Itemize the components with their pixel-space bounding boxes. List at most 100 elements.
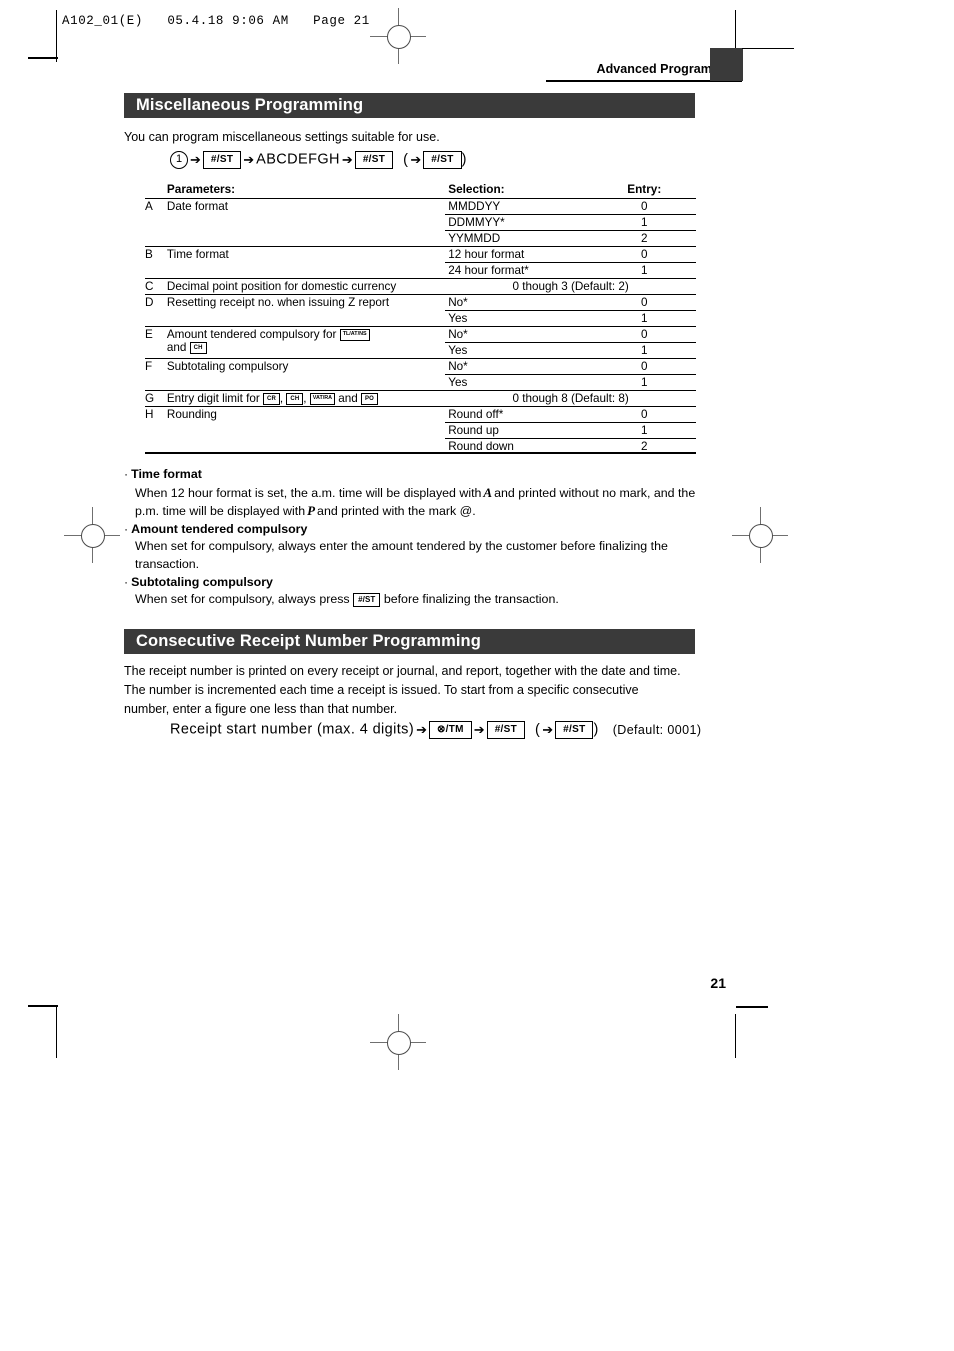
note-heading-subtotaling: · Subtotaling compulsory bbox=[124, 574, 704, 592]
parameters-table: Parameters: Selection: Entry: A Date for… bbox=[145, 181, 696, 454]
key-subtotal[interactable]: #/ST bbox=[555, 720, 594, 739]
note-body-amount-tendered: When set for compulsory, always enter th… bbox=[135, 539, 668, 571]
note-body-subtotaling: When set for compulsory, always press #/… bbox=[124, 591, 704, 609]
table-row: F Subtotaling compulsory No* 0 bbox=[145, 358, 696, 391]
col-parameters-header: Parameters: bbox=[166, 182, 236, 196]
note-text: When 12 hour format is set, the a.m. tim… bbox=[135, 485, 482, 500]
trim-mark-bottom-right-horizontal bbox=[736, 1006, 768, 1008]
note-text: When set for compulsory, always press bbox=[135, 592, 350, 607]
bullet-icon: · bbox=[124, 467, 129, 481]
open-paren: ( bbox=[535, 721, 541, 738]
row-description-text: Entry digit limit for bbox=[166, 392, 260, 405]
default-value: (Default: 0001) bbox=[612, 722, 702, 737]
running-head-tick-line bbox=[742, 48, 794, 49]
running-head-tab bbox=[710, 48, 743, 81]
document-page: A102_01(E) 05.4.18 9:06 AM Page 21 Advan… bbox=[0, 0, 954, 1351]
key-subtotal[interactable]: #/ST bbox=[354, 150, 394, 169]
row-letter: E bbox=[145, 326, 167, 359]
row-description: Rounding bbox=[166, 406, 446, 454]
display-char-am: A bbox=[483, 484, 493, 500]
row-selection: Round up bbox=[445, 422, 593, 439]
key-ch[interactable]: CH bbox=[189, 341, 207, 354]
key-tl-at-ns[interactable]: TL/AT/NS bbox=[339, 329, 370, 341]
trim-mark-top-right-vertical bbox=[735, 10, 737, 48]
row-entry: 0 bbox=[592, 406, 696, 423]
bullet-icon: · bbox=[124, 574, 129, 589]
col-entry-header: Entry: bbox=[627, 182, 662, 196]
bullet-icon: · bbox=[124, 521, 129, 536]
key-subtotal[interactable]: #/ST bbox=[423, 150, 462, 169]
note-heading-text: Time format bbox=[131, 467, 202, 481]
key-subtotal[interactable]: #/ST bbox=[202, 150, 242, 169]
trim-mark-top-left-vertical bbox=[56, 10, 57, 62]
row-description-conjunction: and bbox=[338, 392, 358, 405]
row-entry: 1 bbox=[592, 342, 696, 359]
row-description-text: Amount tendered compulsory for bbox=[166, 328, 337, 341]
row-description: Amount tendered compulsory for TL/AT/NS … bbox=[166, 326, 446, 359]
table-row: G Entry digit limit for CR, CH, VAT/RA a… bbox=[145, 390, 696, 407]
arrow-icon: ➔ bbox=[416, 721, 427, 737]
key-vat-ra[interactable]: VAT/RA bbox=[309, 393, 336, 405]
row-letter: A bbox=[145, 198, 167, 247]
row-description: Resetting receipt no. when issuing Z rep… bbox=[166, 294, 446, 327]
trim-mark-top-left-horizontal bbox=[28, 57, 58, 59]
table-row: E Amount tendered compulsory for TL/AT/N… bbox=[145, 326, 696, 359]
row-selection: DDMMYY* bbox=[445, 214, 593, 231]
open-paren: ( bbox=[403, 151, 409, 168]
display-char-pm: P bbox=[307, 503, 316, 519]
row-entry: 0 bbox=[592, 294, 696, 311]
row-entry: 0 bbox=[592, 358, 696, 375]
registration-mark-right bbox=[732, 507, 788, 563]
registration-mark-left bbox=[64, 507, 120, 563]
row-entry: 1 bbox=[592, 310, 696, 327]
row-description: Date format bbox=[166, 198, 446, 247]
note-heading-text: Subtotaling compulsory bbox=[131, 574, 273, 589]
row-range: 0 though 3 (Default: 2) bbox=[445, 278, 696, 295]
key-ch[interactable]: CH bbox=[286, 392, 304, 405]
row-letter: F bbox=[145, 358, 167, 391]
trim-mark-bottom-left-vertical bbox=[56, 1006, 57, 1058]
slug-line: A102_01(E) 05.4.18 9:06 AM Page 21 bbox=[62, 14, 370, 28]
row-entry: 0 bbox=[592, 246, 696, 263]
arrow-icon: ➔ bbox=[190, 151, 201, 167]
row-selection: No* bbox=[445, 294, 593, 311]
row-description-conjunction: and bbox=[166, 341, 187, 354]
close-paren: ) bbox=[461, 151, 467, 168]
row-description: Entry digit limit for CR, CH, VAT/RA and… bbox=[166, 390, 446, 407]
arrow-icon: ➔ bbox=[341, 151, 353, 167]
row-selection: No* bbox=[445, 358, 593, 375]
note-text: before finalizing the transaction. bbox=[383, 592, 559, 607]
row-selection: Round off* bbox=[445, 406, 593, 423]
arrow-icon: ➔ bbox=[243, 151, 255, 167]
section-heading-miscellaneous: Miscellaneous Programming bbox=[124, 93, 695, 118]
row-description: Decimal point position for domestic curr… bbox=[166, 278, 446, 295]
row-entry: 1 bbox=[592, 374, 696, 391]
arrow-icon: ➔ bbox=[410, 151, 422, 167]
row-description: Subtotaling compulsory bbox=[166, 358, 446, 391]
key-po[interactable]: PO bbox=[361, 392, 378, 405]
table-row: A Date format MMDDYY 0 bbox=[145, 198, 696, 247]
notes-list: · Time format When 12 hour format is set,… bbox=[124, 466, 704, 609]
trim-mark-bottom-right-vertical bbox=[735, 1014, 737, 1058]
table-row: H Rounding Round off* 0 bbox=[145, 406, 696, 454]
row-selection: Yes bbox=[445, 342, 593, 359]
row-selection: MMDDYY bbox=[445, 198, 593, 215]
key-sequence-miscellaneous: 1 ➔ #/ST ➔ ABCDEFGH ➔ #/ST(➔ #/ST) bbox=[170, 150, 700, 169]
key-multiply-tm[interactable]: ⊗/TM bbox=[428, 720, 472, 739]
row-letter: C bbox=[145, 278, 167, 295]
row-selection: 12 hour format bbox=[445, 246, 593, 263]
intro-text-miscellaneous: You can program miscellaneous settings s… bbox=[124, 130, 440, 144]
receipt-start-label: Receipt start number (max. 4 digits) bbox=[170, 721, 415, 738]
key-subtotal[interactable]: #/ST bbox=[486, 720, 526, 739]
registration-mark-top bbox=[370, 8, 426, 64]
table-row: B Time format 12 hour format 0 bbox=[145, 246, 696, 279]
row-selection: Yes bbox=[445, 374, 593, 391]
parameter-letters: ABCDEFGH bbox=[256, 151, 340, 168]
key-subtotal[interactable]: #/ST bbox=[353, 592, 381, 607]
col-letter-header bbox=[145, 181, 167, 199]
row-entry: 1 bbox=[592, 262, 696, 279]
key-cr[interactable]: CR bbox=[263, 392, 280, 405]
arrow-icon: ➔ bbox=[473, 721, 485, 737]
trim-mark-bottom-left-horizontal bbox=[28, 1005, 58, 1007]
row-entry: 1 bbox=[592, 214, 696, 231]
